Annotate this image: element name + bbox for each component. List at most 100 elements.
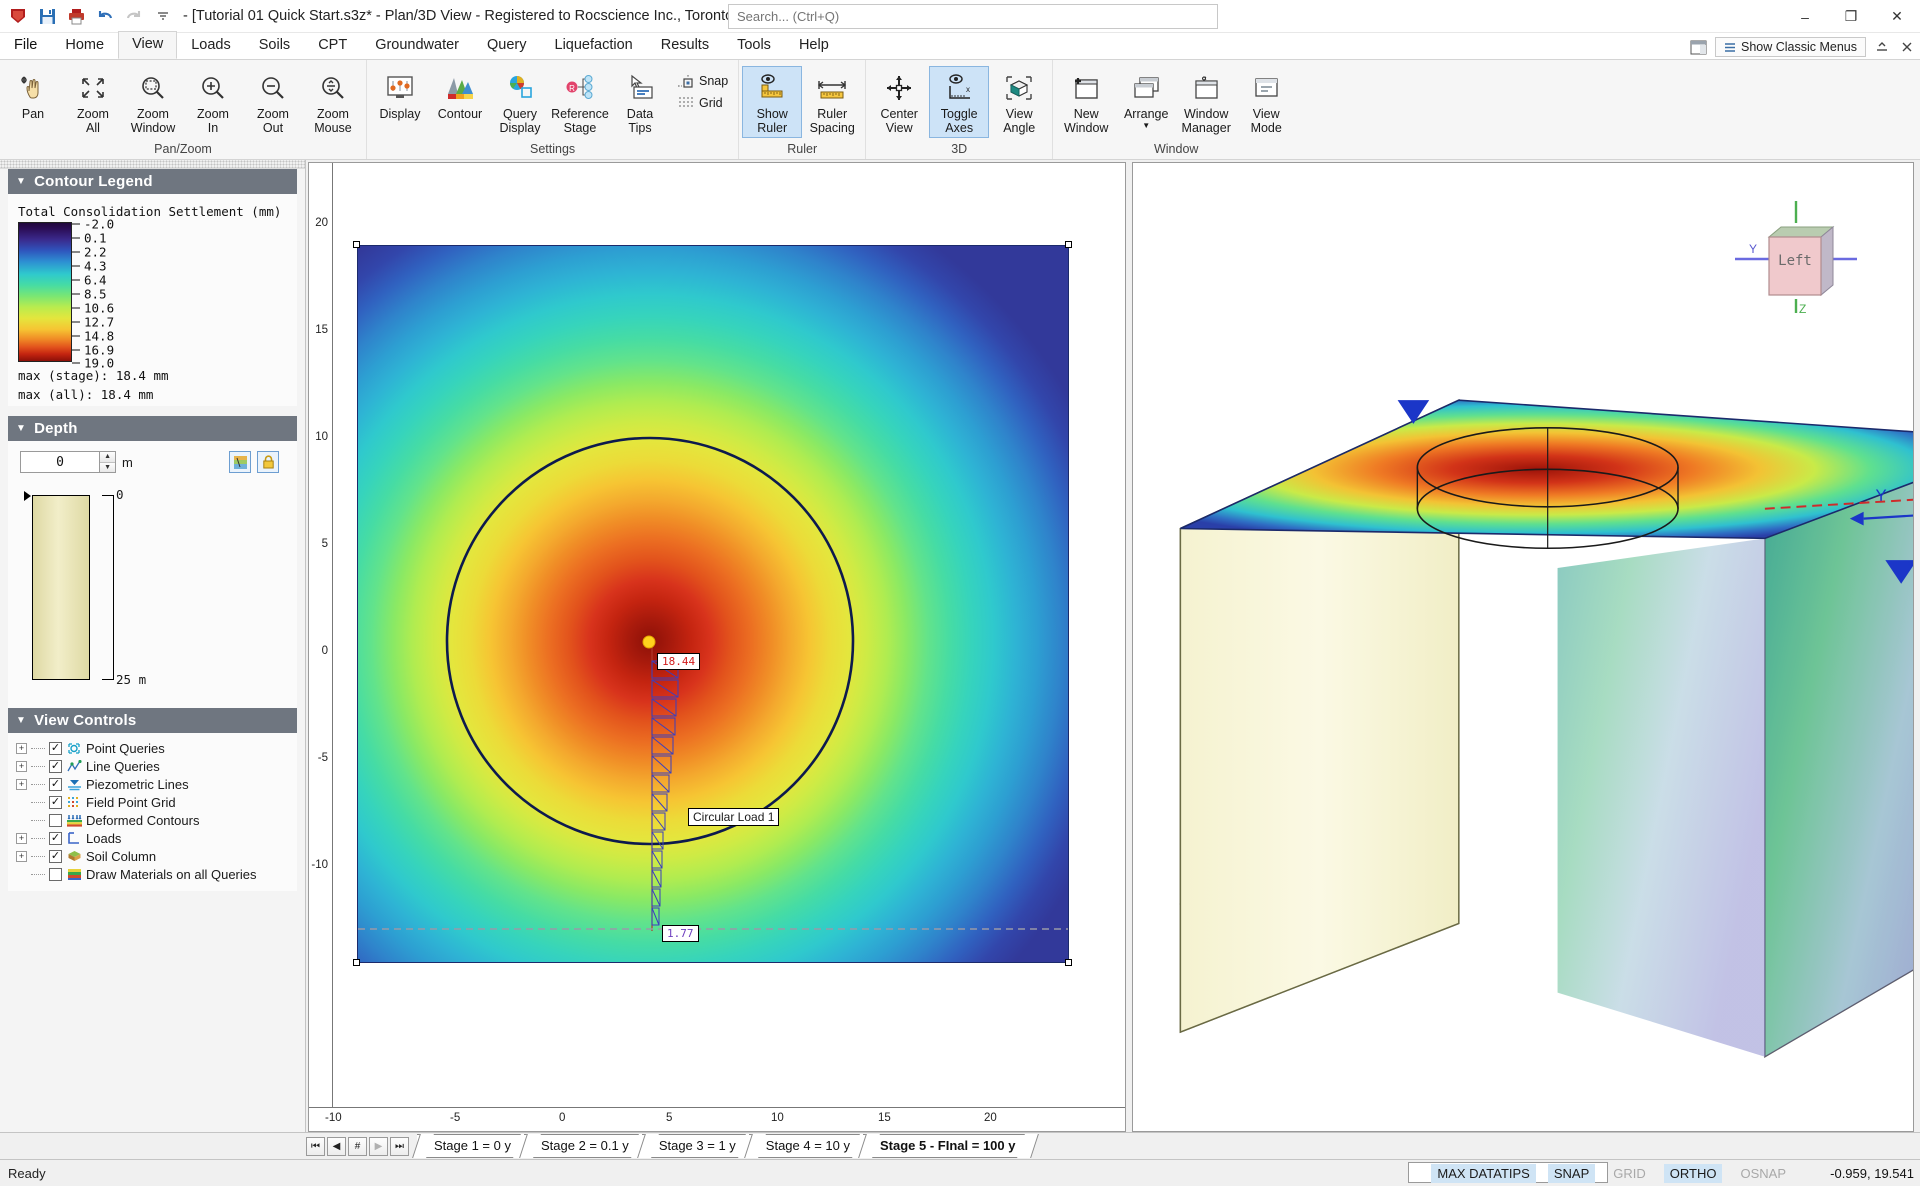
depth-input[interactable] <box>21 452 99 472</box>
tree-item-piezometric-lines[interactable]: + ✓ Piezometric Lines <box>12 775 293 793</box>
stage-next-button[interactable]: ▶ <box>369 1137 388 1156</box>
stage-tab-4[interactable]: Stage 4 = 10 y <box>749 1134 863 1158</box>
center-view-button[interactable]: Center View <box>869 66 929 138</box>
chevron-down-icon[interactable]: ▼ <box>16 423 26 434</box>
zoom-in-button[interactable]: Zoom In <box>183 66 243 138</box>
depth-spinner-down[interactable]: ▼ <box>100 462 115 473</box>
new-window-button[interactable]: New Window <box>1056 66 1116 138</box>
ribbon-right-controls[interactable]: Show Classic Menus <box>1690 37 1916 57</box>
checkbox-unchecked-icon[interactable] <box>49 868 62 881</box>
chevron-down-icon[interactable]: ▼ <box>16 715 26 726</box>
bottom-query-datatip[interactable]: 1.77 <box>662 925 699 942</box>
expand-icon[interactable]: + <box>16 851 27 862</box>
zoom-out-button[interactable]: Zoom Out <box>243 66 303 138</box>
view-angle-button[interactable]: View Angle <box>989 66 1049 138</box>
tree-item-deformed-contours[interactable]: Deformed Contours <box>12 811 293 829</box>
plan-view-canvas[interactable]: 20 15 10 5 0 -5 -10 -10 -5 0 5 10 15 20 <box>309 163 1125 1131</box>
stage-prev-button[interactable]: ◀ <box>327 1137 346 1156</box>
query-display-button[interactable]: Query Display <box>490 66 550 138</box>
stage-tab-5[interactable]: Stage 5 - FInal = 100 y <box>863 1134 1028 1158</box>
max-value-datatip[interactable]: 18.44 <box>657 653 700 670</box>
status-chip-grid[interactable]: GRID <box>1607 1164 1652 1183</box>
stage-number-button[interactable]: # <box>348 1137 367 1156</box>
snap-button[interactable]: Snap <box>672 70 733 92</box>
tree-item-line-queries[interactable]: + ✓ Line Queries <box>12 757 293 775</box>
stage-last-button[interactable]: ⏭ <box>390 1137 409 1156</box>
ribbon-layout-icon[interactable] <box>1690 38 1708 56</box>
soil-profile-icon[interactable] <box>229 451 251 473</box>
ribbon-tab-groundwater[interactable]: Groundwater <box>361 32 473 59</box>
depth-tool-buttons[interactable] <box>229 451 289 473</box>
lock-icon[interactable] <box>257 451 279 473</box>
view-mode-button[interactable]: View Mode <box>1236 66 1296 138</box>
stage-tab-1[interactable]: Stage 1 = 0 y <box>417 1134 524 1158</box>
show-ruler-button[interactable]: Show Ruler <box>742 66 802 138</box>
save-icon[interactable] <box>37 6 57 26</box>
ribbon-tab-results[interactable]: Results <box>647 32 723 59</box>
ribbon-tab-strip[interactable]: File Home View Loads Soils CPT Groundwat… <box>0 33 1920 60</box>
ribbon-tab-help[interactable]: Help <box>785 32 843 59</box>
zoom-mouse-button[interactable]: Zoom Mouse <box>303 66 363 138</box>
zoom-all-button[interactable]: Zoom All <box>63 66 123 138</box>
window-controls[interactable]: – ❐ ✕ <box>1782 0 1920 33</box>
status-chip-max-datatips[interactable]: MAX DATATIPS <box>1431 1164 1535 1183</box>
ribbon-tab-soils[interactable]: Soils <box>245 32 304 59</box>
search-input[interactable] <box>728 4 1218 29</box>
depth-spinner-buttons[interactable]: ▲ ▼ <box>99 452 115 472</box>
pan-button[interactable]: Pan <box>3 66 63 125</box>
ribbon-tab-loads[interactable]: Loads <box>177 32 245 59</box>
status-chip-snap[interactable]: SNAP <box>1548 1164 1595 1183</box>
stage-tab-2[interactable]: Stage 2 = 0.1 y <box>524 1134 642 1158</box>
soil-column-query-markers[interactable] <box>358 246 1069 963</box>
expand-icon[interactable]: + <box>16 761 27 772</box>
ribbon-tab-home[interactable]: Home <box>51 32 118 59</box>
checkbox-checked-icon[interactable]: ✓ <box>49 760 62 773</box>
status-chip-osnap[interactable]: OSNAP <box>1734 1164 1792 1183</box>
tree-item-draw-materials[interactable]: Draw Materials on all Queries <box>12 865 293 883</box>
checkbox-checked-icon[interactable]: ✓ <box>49 778 62 791</box>
ribbon-minimize-icon[interactable] <box>1873 38 1891 56</box>
checkbox-checked-icon[interactable]: ✓ <box>49 796 62 809</box>
undo-icon[interactable] <box>95 6 115 26</box>
arrange-button[interactable]: Arrange ▼ <box>1116 66 1176 133</box>
selection-handle-tl[interactable] <box>353 241 360 248</box>
stage-first-button[interactable]: ⏮ <box>306 1137 325 1156</box>
ribbon-tab-query[interactable]: Query <box>473 32 541 59</box>
circular-load-label[interactable]: Circular Load 1 <box>688 808 779 826</box>
contour-legend-header[interactable]: ▼ Contour Legend <box>8 169 297 194</box>
selection-handle-br[interactable] <box>1065 959 1072 966</box>
close-button[interactable]: ✕ <box>1874 0 1920 33</box>
expand-icon[interactable]: + <box>16 779 27 790</box>
tree-item-field-point-grid[interactable]: ✓ Field Point Grid <box>12 793 293 811</box>
arrange-dropdown-caret[interactable]: ▼ <box>1142 122 1150 130</box>
customize-qat-icon[interactable] <box>153 6 173 26</box>
contour-button[interactable]: Contour <box>430 66 490 125</box>
data-tips-button[interactable]: Data Tips <box>610 66 670 138</box>
stage-tab-3[interactable]: Stage 3 = 1 y <box>642 1134 749 1158</box>
stage-tabs[interactable]: Stage 1 = 0 y Stage 2 = 0.1 y Stage 3 = … <box>417 1134 1028 1158</box>
chevron-down-icon[interactable]: ▼ <box>16 176 26 187</box>
checkbox-checked-icon[interactable]: ✓ <box>49 832 62 845</box>
tree-item-point-queries[interactable]: + ✓ Point Queries <box>12 739 293 757</box>
settlement-contour-plot[interactable] <box>357 245 1069 963</box>
selection-handle-bl[interactable] <box>353 959 360 966</box>
minimize-button[interactable]: – <box>1782 0 1828 33</box>
checkbox-unchecked-icon[interactable] <box>49 814 62 827</box>
ribbon-tab-cpt[interactable]: CPT <box>304 32 361 59</box>
depth-header[interactable]: ▼ Depth <box>8 416 297 441</box>
toggle-axes-button[interactable]: x Toggle Axes <box>929 66 989 138</box>
print-icon[interactable] <box>66 6 86 26</box>
search-container[interactable] <box>728 4 1218 29</box>
view-3d-canvas[interactable]: Y X Z <box>1133 163 1913 1131</box>
window-manager-button[interactable]: Window Manager <box>1176 66 1236 138</box>
tree-item-soil-column[interactable]: + ✓ Soil Column <box>12 847 293 865</box>
plan-view-viewport[interactable]: 20 15 10 5 0 -5 -10 -10 -5 0 5 10 15 20 <box>308 162 1126 1132</box>
status-chip-ortho[interactable]: ORTHO <box>1664 1164 1723 1183</box>
sidebar-grip[interactable] <box>0 160 305 169</box>
ribbon-tab-tools[interactable]: Tools <box>723 32 785 59</box>
depth-marker-arrow-icon[interactable] <box>24 491 31 501</box>
expand-icon[interactable]: + <box>16 833 27 844</box>
orientation-cube[interactable]: Left Y Z <box>1721 201 1871 321</box>
ribbon-tab-liquefaction[interactable]: Liquefaction <box>541 32 647 59</box>
ribbon-tab-view[interactable]: View <box>118 31 177 59</box>
